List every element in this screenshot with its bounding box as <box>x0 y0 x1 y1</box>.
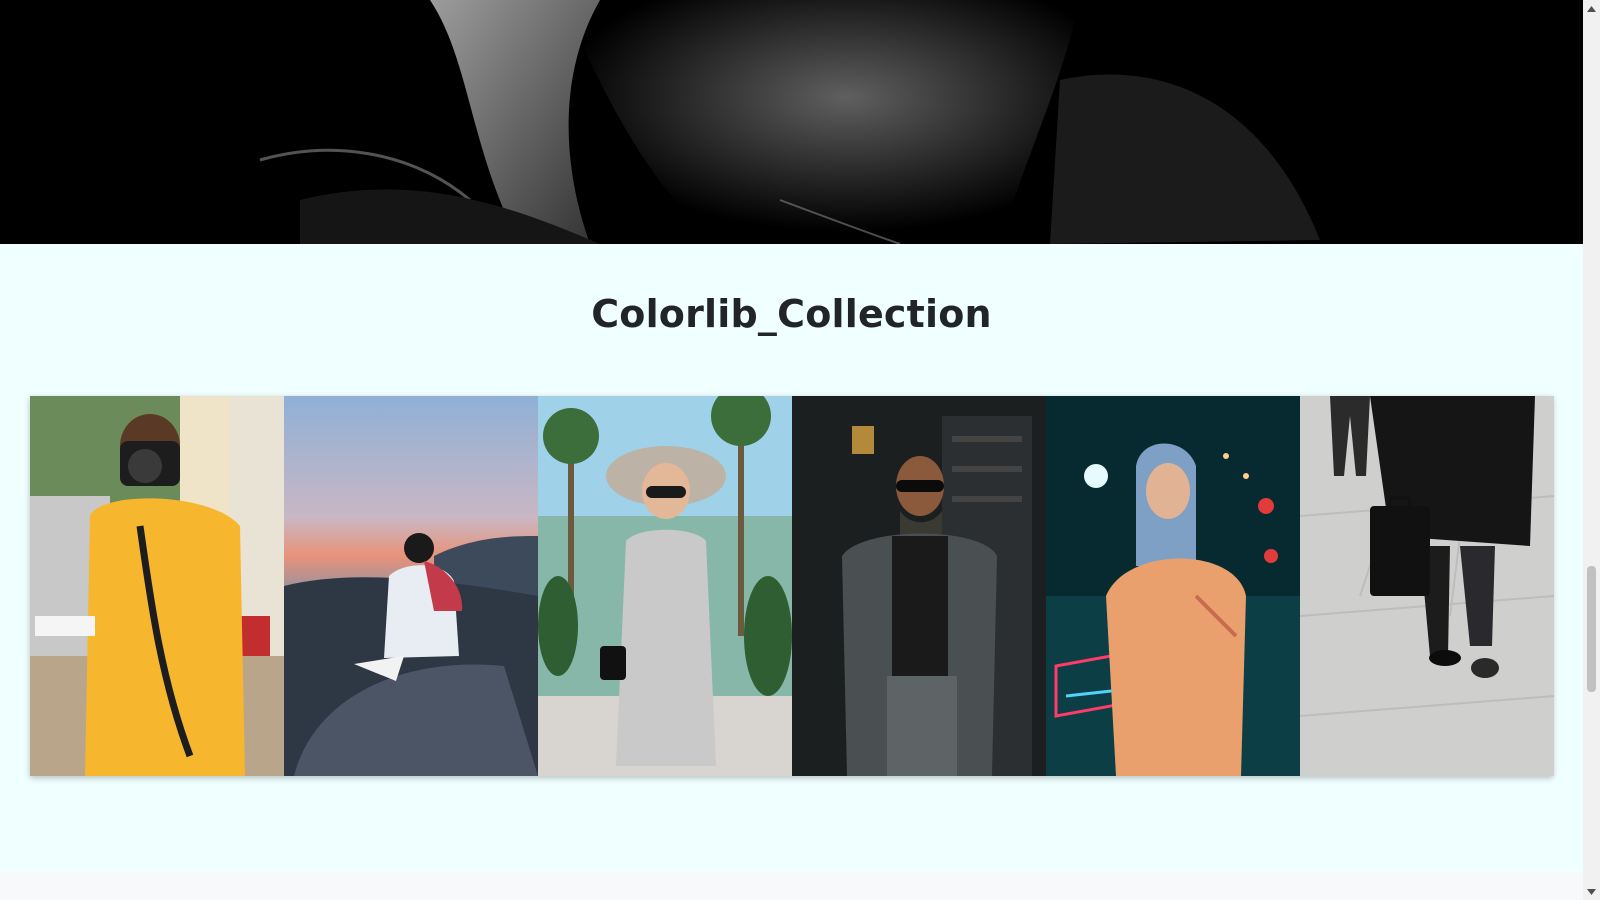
photographer-with-camera-image <box>30 396 284 776</box>
collection-gallery <box>30 396 1554 776</box>
gallery-item-5[interactable] <box>1046 396 1300 776</box>
collection-section: Colorlib_Collection <box>0 244 1583 872</box>
man-in-gray-coat-image <box>792 396 1046 776</box>
gallery-item-1[interactable] <box>30 396 284 776</box>
footer-strip <box>0 872 1583 900</box>
gallery-item-6[interactable] <box>1300 396 1554 776</box>
scroll-down-arrow-icon[interactable] <box>1583 883 1600 900</box>
gallery-item-3[interactable] <box>538 396 792 776</box>
hero-banner-image <box>0 0 1583 244</box>
scrollbar-thumb[interactable] <box>1587 566 1596 692</box>
woman-in-hat-with-palm-trees-image <box>538 396 792 776</box>
scroll-up-arrow-icon[interactable] <box>1583 0 1600 17</box>
hero-portrait-graphic <box>0 0 1583 244</box>
gallery-item-4[interactable] <box>792 396 1046 776</box>
collection-title: Colorlib_Collection <box>591 292 992 336</box>
vertical-scrollbar[interactable] <box>1583 0 1600 900</box>
man-with-briefcase-walking-image <box>1300 396 1554 776</box>
woman-in-hoodie-neon-street-image <box>1046 396 1300 776</box>
gallery-item-2[interactable] <box>284 396 538 776</box>
man-on-cliff-at-sunset-image <box>284 396 538 776</box>
page: Colorlib_Collection <box>0 0 1600 900</box>
